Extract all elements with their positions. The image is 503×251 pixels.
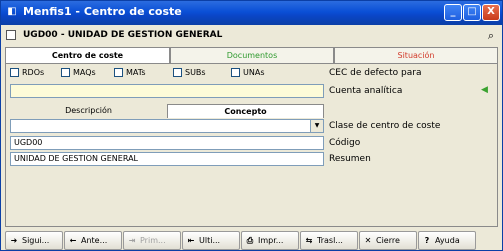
- app-icon: ◧: [7, 6, 17, 17]
- transfer-icon: ⇆: [305, 236, 313, 245]
- code-field[interactable]: UGD00: [10, 136, 324, 150]
- binoculars-icon[interactable]: ⌕: [488, 29, 494, 43]
- close-record-label: Cierre: [376, 236, 400, 245]
- checkbox-unas[interactable]: UNAs: [231, 68, 264, 77]
- checkbox-box[interactable]: [231, 68, 240, 77]
- minimize-button[interactable]: _: [444, 4, 462, 21]
- help-label: Ayuda: [435, 236, 460, 245]
- maximize-button[interactable]: □: [463, 4, 481, 21]
- close-button[interactable]: X: [482, 4, 500, 21]
- checkbox-label: UNAs: [243, 68, 265, 77]
- record-icon: [6, 30, 16, 40]
- print-button[interactable]: ⎙ Impr...: [241, 231, 299, 250]
- last-label: Ulti...: [199, 236, 221, 245]
- checkbox-label: SUBs: [185, 68, 206, 77]
- code-label: Código: [329, 138, 361, 148]
- window: ◧ Menfis1 - Centro de coste _ □ X UGD00 …: [0, 0, 503, 251]
- arrow-left-icon: ←: [69, 236, 77, 245]
- next-label: Sigui...: [22, 236, 50, 245]
- previous-button[interactable]: ← Ante...: [64, 231, 122, 250]
- checkbox-box[interactable]: [10, 68, 19, 77]
- cost-center-class-label: Clase de centro de coste: [329, 121, 441, 131]
- summary-label: Resumen: [329, 154, 371, 164]
- title-bar[interactable]: ◧ Menfis1 - Centro de coste _ □ X: [1, 1, 502, 25]
- analytic-account-label: Cuenta analítica: [329, 86, 403, 96]
- checkbox-rdos[interactable]: RDOs: [10, 68, 44, 77]
- analytic-account-field[interactable]: [10, 84, 324, 98]
- tab-centro-de-coste[interactable]: Centro de coste: [5, 47, 170, 63]
- checkbox-box[interactable]: [173, 68, 182, 77]
- first-icon: ⇥: [128, 236, 136, 245]
- checkbox-maqs[interactable]: MAQs: [61, 68, 96, 77]
- print-label: Impr...: [258, 236, 284, 245]
- green-arrow-icon[interactable]: ◀: [481, 85, 488, 95]
- close-icon: ✕: [364, 236, 372, 245]
- tab-situacion[interactable]: Situación: [334, 47, 498, 63]
- summary-field[interactable]: UNIDAD DE GESTION GENERAL: [10, 152, 324, 166]
- last-button[interactable]: ⇤ Ulti...: [182, 231, 240, 250]
- tab-documentos[interactable]: Documentos: [170, 47, 334, 63]
- transfer-label: Trasl...: [317, 236, 343, 245]
- checkbox-box[interactable]: [61, 68, 70, 77]
- bottom-toolbar: ➜ Sigui... ← Ante... ⇥ Prim... ⇤ Ulti... ⎙ Im…: [1, 230, 502, 251]
- subtab-descripcion[interactable]: Descripción: [10, 104, 167, 118]
- cec-default-label: CEC de defecto para: [329, 68, 422, 78]
- checkbox-mats[interactable]: MATs: [114, 68, 145, 77]
- help-button[interactable]: ? Ayuda: [418, 231, 476, 250]
- cost-center-class-select[interactable]: ▼: [10, 119, 324, 133]
- checkbox-label: MAQs: [73, 68, 96, 77]
- first-button[interactable]: ⇥ Prim...: [123, 231, 181, 250]
- main-tabs: Centro de coste Documentos Situación: [5, 47, 498, 63]
- checkbox-label: RDOs: [22, 68, 45, 77]
- checkbox-label: MATs: [126, 68, 146, 77]
- tab-panel: RDOs MAQs MATs SUBs UNAs CEC de defecto …: [5, 63, 498, 227]
- chevron-down-icon[interactable]: ▼: [310, 120, 323, 132]
- record-title: UGD00 - UNIDAD DE GESTION GENERAL: [23, 30, 223, 40]
- window-title: Menfis1 - Centro de coste: [23, 5, 182, 18]
- help-icon: ?: [424, 236, 430, 245]
- record-header: UGD00 - UNIDAD DE GESTION GENERAL ⌕: [1, 25, 502, 47]
- printer-icon: ⎙: [246, 236, 254, 245]
- next-button[interactable]: ➜ Sigui...: [5, 231, 63, 250]
- checkbox-subs[interactable]: SUBs: [173, 68, 206, 77]
- transfer-button[interactable]: ⇆ Trasl...: [300, 231, 358, 250]
- checkbox-box[interactable]: [114, 68, 123, 77]
- subtab-concepto[interactable]: Concepto: [167, 104, 324, 118]
- arrow-right-icon: ➜: [10, 236, 18, 245]
- previous-label: Ante...: [81, 236, 108, 245]
- last-icon: ⇤: [187, 236, 195, 245]
- first-label: Prim...: [140, 236, 166, 245]
- close-record-button[interactable]: ✕ Cierre: [359, 231, 417, 250]
